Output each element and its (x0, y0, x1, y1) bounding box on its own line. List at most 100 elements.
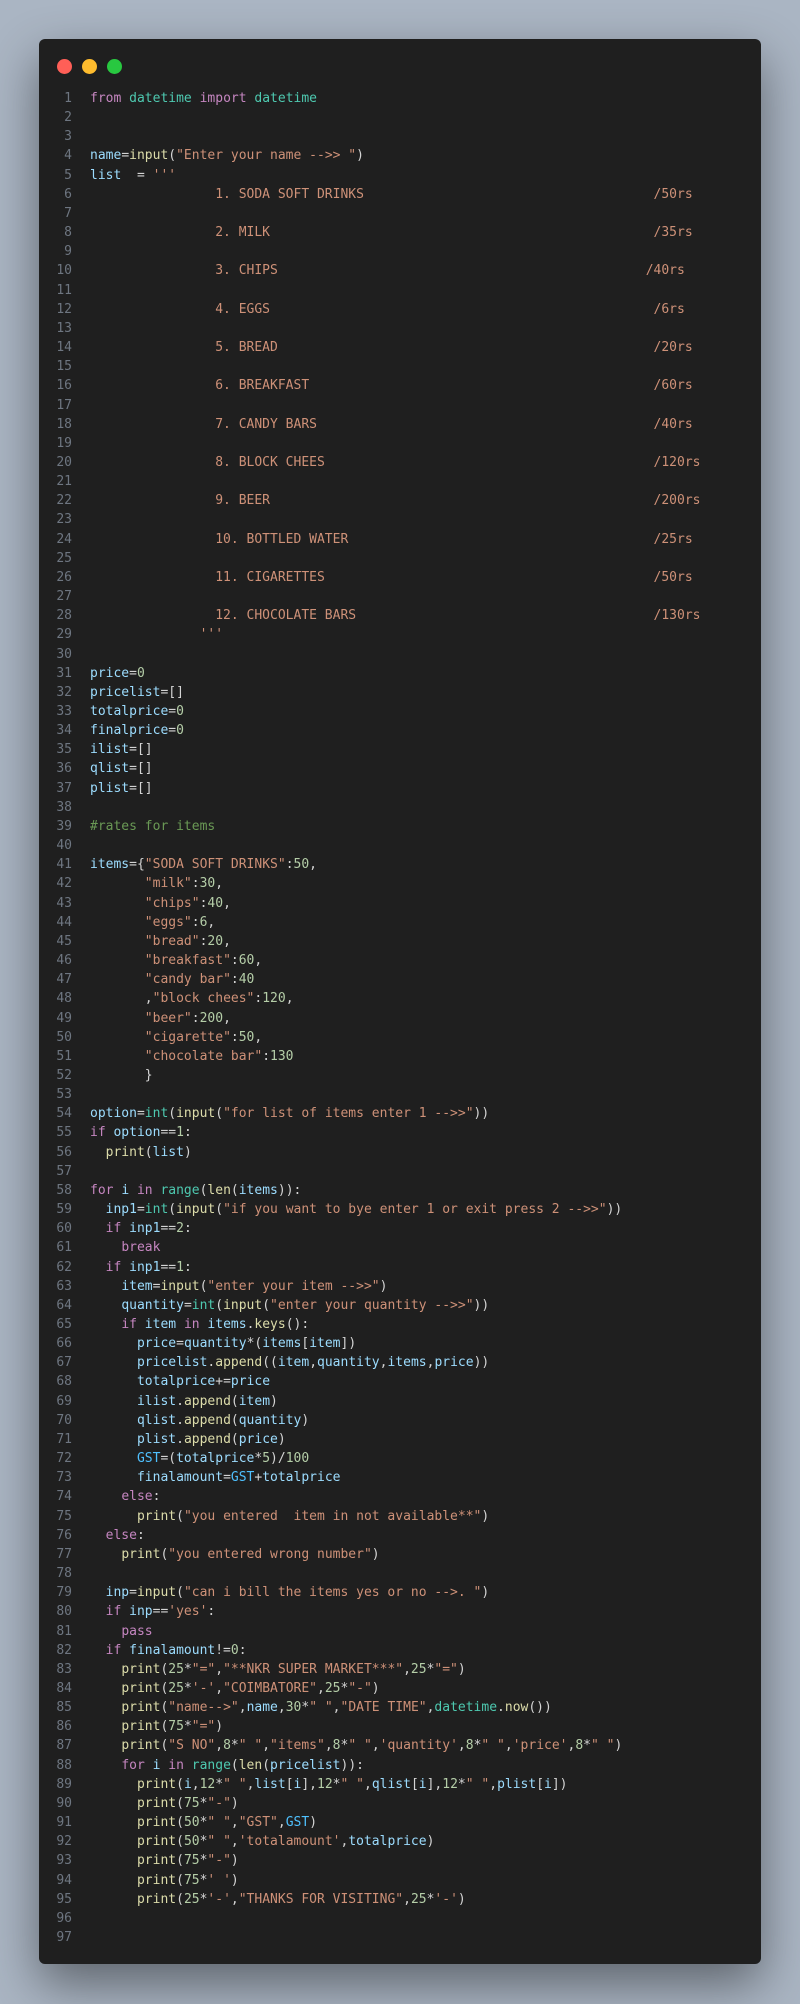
code-token: ilist (136, 1393, 177, 1409)
code-token: )/ (270, 1451, 286, 1467)
line-number: 27 (56, 589, 72, 605)
code-line: 69 ilist.append(item) (39, 1392, 761, 1411)
code-line: 30 (39, 645, 761, 664)
close-dot-icon[interactable] (57, 59, 72, 74)
line-source: finalprice=0 (90, 721, 184, 740)
code-token: ( (176, 1834, 184, 1850)
code-token: = (129, 665, 137, 681)
code-token: ''' (152, 167, 177, 183)
code-token: 40 (238, 972, 255, 988)
code-token: 75 (183, 1795, 200, 1811)
code-line: 17 (39, 396, 761, 415)
code-token: "S NO" (168, 1738, 216, 1754)
line-number: 48 (56, 991, 72, 1007)
code-line: 40 (39, 836, 761, 855)
code-token: ( (176, 1815, 184, 1831)
line-number: 68 (56, 1374, 72, 1390)
line-number: 61 (56, 1240, 72, 1256)
code-token: , (277, 1815, 286, 1831)
code-token: item (144, 1317, 177, 1332)
code-token: , (403, 1891, 411, 1907)
code-token: totalprice (176, 1451, 255, 1467)
code-token: finalprice (90, 723, 169, 739)
code-line: 88 for i in range(len(pricelist)): (39, 1756, 761, 1775)
code-token: 10. BOTTLED WATER /25rs (90, 531, 693, 547)
code-line: 71 plist.append(price) (39, 1430, 761, 1449)
code-token: 100 (285, 1451, 310, 1467)
code-token: } (90, 1067, 153, 1083)
line-source: 10. BOTTLED WATER /25rs (90, 530, 693, 549)
code-line: 80 if inp=='yes': (39, 1602, 761, 1621)
code-token: "=" (191, 1719, 216, 1735)
code-token: ( (176, 1872, 184, 1888)
code-token: option (113, 1125, 161, 1141)
code-token: , (230, 1815, 239, 1831)
code-token: print (121, 1680, 161, 1696)
code-token: , (504, 1738, 513, 1754)
code-token: ( (215, 1297, 224, 1313)
code-token: 12. CHOCOLATE BARS /130rs (90, 608, 701, 624)
line-source: pricelist=[] (90, 683, 184, 702)
code-token: : (136, 1527, 145, 1543)
code-token: . (176, 1393, 184, 1409)
line-source: list = ''' (90, 166, 176, 185)
line-number: 7 (64, 205, 72, 221)
line-source: print(25*'-',"THANKS FOR VISITING",25*'-… (90, 1890, 466, 1909)
line-source: print("you entered item in not available… (90, 1507, 489, 1526)
code-token: "can i bill the items yes or no -->. " (183, 1585, 482, 1601)
maximize-dot-icon[interactable] (107, 59, 122, 74)
line-number: 12 (56, 301, 72, 317)
code-line: 81 pass (39, 1622, 761, 1641)
code-token: price (230, 1374, 271, 1390)
code-token: "GST" (238, 1815, 278, 1831)
code-line: 49 "beer":200, (39, 1009, 761, 1028)
code-token: items (262, 1336, 302, 1352)
code-token: 130 (270, 1048, 294, 1064)
code-token: ( (230, 1431, 239, 1447)
code-token: "DATE TIME" (340, 1700, 427, 1716)
code-token: : (183, 1221, 192, 1237)
line-number: 81 (56, 1623, 72, 1639)
line-number: 42 (56, 876, 72, 892)
line-number: 63 (56, 1278, 72, 1294)
code-token: 25 (183, 1891, 200, 1907)
code-token: name (246, 1700, 278, 1716)
line-source: 9. BEER /200rs (90, 491, 700, 510)
minimize-dot-icon[interactable] (82, 59, 97, 74)
code-token: 50 (293, 857, 310, 873)
line-source: print(75*' ') (90, 1871, 239, 1890)
code-token: , (363, 1776, 372, 1792)
code-token: " " (340, 1776, 364, 1792)
code-token: == (160, 1125, 177, 1141)
code-token: pricelist (270, 1757, 341, 1773)
line-number: 14 (56, 340, 72, 356)
code-token: "-" (348, 1680, 372, 1696)
code-token: items (90, 857, 130, 873)
code-token: if (105, 1604, 122, 1620)
code-token: "enter your quantity -->>" (270, 1297, 474, 1313)
line-number: 75 (56, 1508, 72, 1524)
code-line: 1 from datetime import datetime (39, 89, 761, 108)
code-token: : (191, 876, 200, 892)
code-token: item (121, 1278, 153, 1294)
code-token: , (223, 933, 231, 949)
code-token: 2. MILK /35rs (90, 225, 693, 241)
code-token: quantity (121, 1297, 184, 1313)
line-number: 86 (56, 1719, 72, 1735)
code-token: for (121, 1757, 145, 1773)
line-source: inp1=int(input("if you want to bye enter… (90, 1200, 623, 1219)
line-number: 39 (56, 818, 72, 834)
code-line: 82 if finalamount!=0: (39, 1641, 761, 1660)
code-token: 30 (285, 1700, 302, 1716)
code-token: print (105, 1144, 145, 1160)
code-token: 8 (223, 1738, 231, 1754)
code-token: datetime (254, 91, 318, 106)
code-token: 120 (262, 991, 286, 1007)
code-token: name (90, 148, 122, 164)
